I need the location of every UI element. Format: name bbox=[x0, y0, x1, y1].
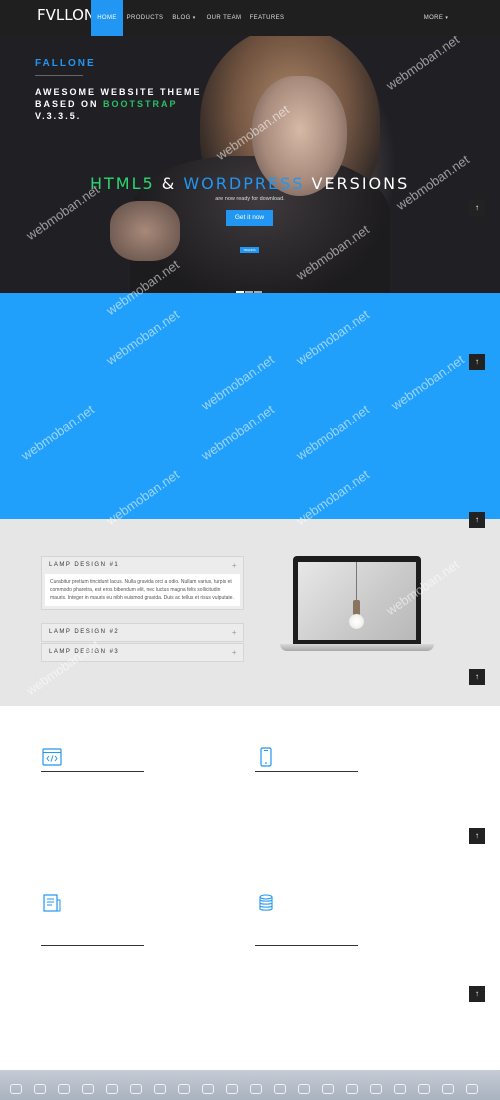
laptop-base bbox=[280, 644, 434, 651]
cloud-rain-icon bbox=[298, 1084, 310, 1094]
hero-subtext: are now ready for download. bbox=[215, 196, 285, 202]
sun-icon bbox=[370, 1084, 382, 1094]
accordion-header[interactable]: LAMP DESIGN #1 + bbox=[42, 557, 243, 574]
chat-icon bbox=[58, 1084, 70, 1094]
hero-tagline: AWESOME WEBSITE THEME BASED ON BOOTSTRAP… bbox=[35, 87, 202, 121]
coin-stack-icon bbox=[259, 894, 273, 911]
back-to-top-button[interactable]: ↑ bbox=[469, 512, 485, 528]
code-window-icon bbox=[42, 748, 62, 766]
light-bulb-icon bbox=[349, 614, 364, 629]
envelope-icon bbox=[178, 1084, 190, 1094]
wind-icon bbox=[418, 1084, 430, 1094]
cloud-icon bbox=[274, 1084, 286, 1094]
hero-badge: TRENDS bbox=[240, 247, 259, 253]
plus-icon: + bbox=[231, 648, 238, 657]
accordion-section bbox=[0, 519, 500, 706]
laptop-screen-content bbox=[298, 562, 416, 640]
accordion-item: LAMP DESIGN #1 + Curabitur pretium tincid… bbox=[41, 556, 244, 610]
document-icon bbox=[43, 894, 61, 912]
nav-item-more[interactable]: MORE ▾ bbox=[418, 0, 454, 36]
nav-item-home[interactable]: HOME bbox=[91, 0, 123, 36]
icon-pattern-band bbox=[0, 1070, 500, 1100]
nav-item-features[interactable]: FEATURES bbox=[248, 0, 286, 36]
nav-item-products[interactable]: PRODUCTS bbox=[125, 0, 165, 36]
nav-item-our-team[interactable]: OUR TEAM bbox=[203, 0, 245, 36]
hero-headline: HTML5 & WORDPRESS VERSIONS bbox=[90, 174, 410, 193]
accordion-body: Curabitur pretium tincidunt lacus. Nulla… bbox=[45, 574, 240, 606]
envelope-icon bbox=[202, 1084, 214, 1094]
feature-divider bbox=[255, 771, 358, 772]
drop-icon bbox=[322, 1084, 334, 1094]
back-to-top-button[interactable]: ↑ bbox=[469, 354, 485, 370]
drop-icon bbox=[346, 1084, 358, 1094]
cloud-icon bbox=[250, 1084, 262, 1094]
moon-icon bbox=[466, 1084, 478, 1094]
chat-icon bbox=[82, 1084, 94, 1094]
accordion-item: LAMP DESIGN #3 + bbox=[41, 643, 244, 662]
blue-section bbox=[0, 293, 500, 519]
cloud-icon bbox=[226, 1084, 238, 1094]
accordion-item: LAMP DESIGN #2 + bbox=[41, 623, 244, 642]
feature-divider bbox=[41, 945, 144, 946]
nav-item-blog[interactable]: BLOG ▾ bbox=[168, 0, 200, 36]
caret-down-icon: ▾ bbox=[445, 15, 449, 21]
hero-brand: FALLONE bbox=[35, 58, 96, 69]
hero-photo-hand bbox=[110, 201, 180, 261]
mobile-phone-icon bbox=[260, 747, 272, 767]
back-to-top-button[interactable]: ↑ bbox=[469, 200, 485, 216]
message-icon bbox=[130, 1084, 142, 1094]
speech-bubble-icon bbox=[34, 1084, 46, 1094]
brand-divider bbox=[35, 75, 83, 76]
sun-icon bbox=[394, 1084, 406, 1094]
features-section bbox=[0, 706, 500, 1070]
envelope-icon bbox=[154, 1084, 166, 1094]
message-icon bbox=[106, 1084, 118, 1094]
feature-divider bbox=[255, 945, 358, 946]
moon-icon bbox=[442, 1084, 454, 1094]
back-to-top-button[interactable]: ↑ bbox=[469, 986, 485, 1002]
back-to-top-button[interactable]: ↑ bbox=[469, 828, 485, 844]
back-to-top-button[interactable]: ↑ bbox=[469, 669, 485, 685]
speech-bubble-icon bbox=[10, 1084, 22, 1094]
navbar: FVLLON3 HOME PRODUCTS BLOG ▾ OUR TEAM FE… bbox=[0, 0, 500, 36]
feature-divider bbox=[41, 771, 144, 772]
accordion-header[interactable]: LAMP DESIGN #3 + bbox=[42, 644, 243, 661]
accordion-header[interactable]: LAMP DESIGN #2 + bbox=[42, 624, 243, 641]
laptop-image bbox=[293, 556, 421, 644]
lamp-cord bbox=[356, 562, 357, 602]
get-it-now-button[interactable]: Get it now bbox=[226, 210, 273, 226]
plus-icon: + bbox=[231, 561, 238, 570]
plus-icon: + bbox=[231, 628, 238, 637]
caret-down-icon: ▾ bbox=[192, 15, 196, 21]
